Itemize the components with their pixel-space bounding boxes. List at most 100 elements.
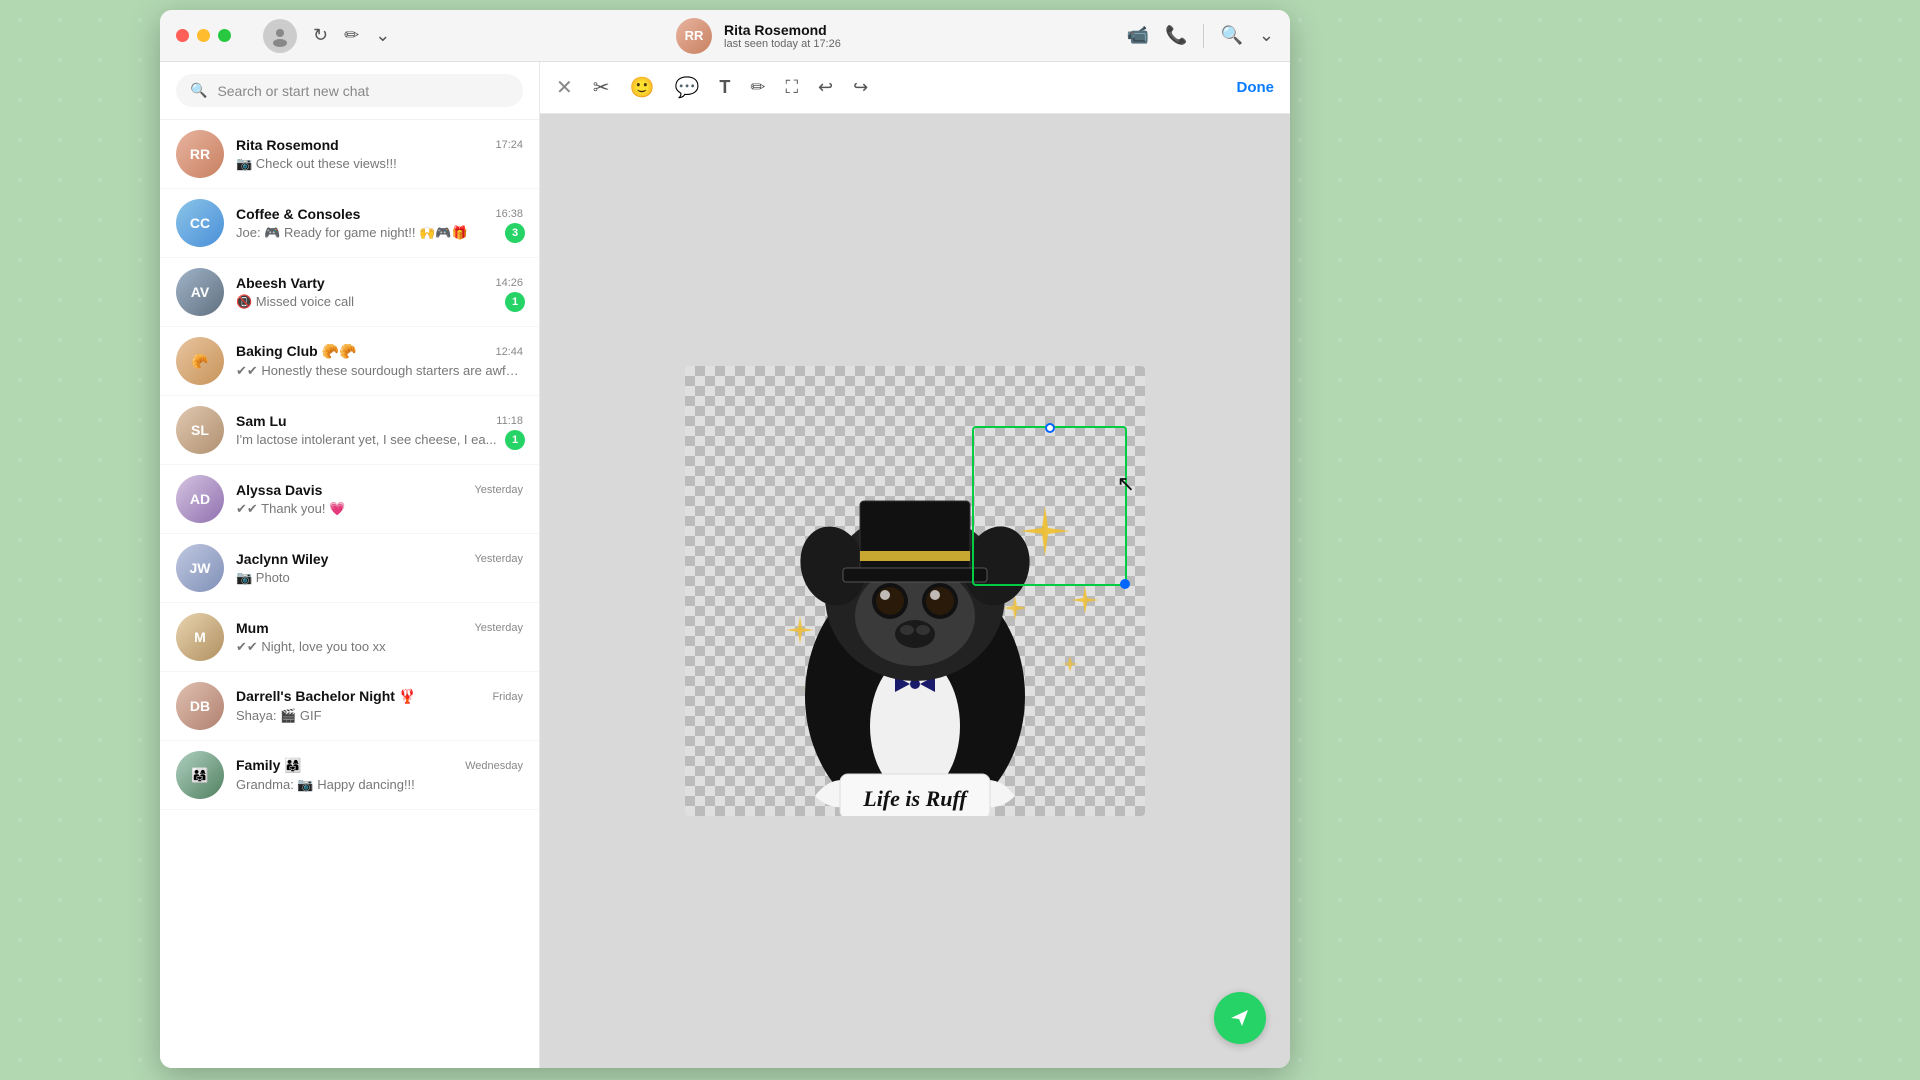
app-window: ↻ ✏ ⌄ RR Rita Rosemond last seen today a… (160, 10, 1290, 1068)
list-item[interactable]: RR Rita Rosemond 17:24 📷 Check out these… (160, 120, 539, 189)
chat-time: 11:18 (496, 415, 523, 427)
chat-time: Friday (492, 691, 523, 703)
chat-name: Sam Lu (236, 413, 287, 429)
sticker-svg: Life is Ruff (685, 366, 1145, 816)
chat-details: Mum Yesterday ✔✔ Night, love you too xx (236, 620, 523, 655)
chat-preview: Joe: 🎮 Ready for game night!! 🙌🎮🎁 (236, 225, 523, 241)
title-bar-right: 📹 📞 🔍 ⌄ (1127, 24, 1274, 48)
chat-top: Baking Club 🥐🥐 12:44 (236, 343, 523, 360)
pen-tool-icon[interactable]: ✏ (750, 77, 765, 98)
chat-name: Baking Club 🥐🥐 (236, 343, 356, 360)
chat-top: Jaclynn Wiley Yesterday (236, 551, 523, 567)
chat-time: Yesterday (474, 622, 523, 634)
search-chat-icon[interactable]: 🔍 (1220, 25, 1242, 46)
chat-area: ✕ ✂ 🙂 💬 T ✏ ⛶ ↩ ↪ Done (540, 62, 1290, 1068)
text-tool-icon[interactable]: T (719, 77, 730, 98)
chat-preview: Grandma: 📷 Happy dancing!!! (236, 777, 523, 793)
redo-icon[interactable]: ↪ (853, 77, 868, 98)
svg-text:Life is Ruff: Life is Ruff (862, 786, 969, 811)
crop-icon[interactable]: ⛶ (785, 77, 798, 98)
chat-time: Wednesday (465, 760, 523, 772)
chat-details: Sam Lu 11:18 I'm lactose intolerant yet,… (236, 413, 523, 447)
chat-name: Rita Rosemond (236, 137, 339, 153)
contact-avatar: RR (676, 18, 712, 54)
avatar: JW (176, 544, 224, 592)
list-item[interactable]: SL Sam Lu 11:18 I'm lactose intolerant y… (160, 396, 539, 465)
chat-top: Mum Yesterday (236, 620, 523, 636)
voice-call-icon[interactable]: 📞 (1165, 25, 1187, 46)
send-button[interactable] (1214, 992, 1266, 1044)
user-avatar[interactable] (263, 19, 297, 53)
divider (1203, 24, 1204, 48)
more-options-icon[interactable]: ⌄ (1259, 25, 1274, 46)
chat-top: Rita Rosemond 17:24 (236, 137, 523, 153)
title-bar: ↻ ✏ ⌄ RR Rita Rosemond last seen today a… (160, 10, 1290, 62)
image-container: Life is Ruff ↖ (685, 366, 1145, 816)
avatar: SL (176, 406, 224, 454)
list-item[interactable]: M Mum Yesterday ✔✔ Night, love you too x… (160, 603, 539, 672)
unread-badge: 1 (505, 292, 525, 312)
chat-top: Coffee & Consoles 16:38 (236, 206, 523, 222)
chat-preview: 📷 Check out these views!!! (236, 156, 523, 172)
chat-name: Coffee & Consoles (236, 206, 360, 222)
chat-name: Abeesh Varty (236, 275, 325, 291)
search-icon: 🔍 (190, 82, 207, 99)
chat-details: Rita Rosemond 17:24 📷 Check out these vi… (236, 137, 523, 172)
emoji-icon[interactable]: 🙂 (630, 75, 655, 100)
chat-preview: ✔✔ Thank you! 💗 (236, 501, 523, 517)
chat-list: RR Rita Rosemond 17:24 📷 Check out these… (160, 120, 539, 1068)
main-layout: 🔍 RR Rita Rosemond 17:24 📷 Check out the… (160, 62, 1290, 1068)
chat-details: Abeesh Varty 14:26 📵 Missed voice call (236, 275, 523, 310)
traffic-lights (176, 29, 231, 42)
chat-top: Abeesh Varty 14:26 (236, 275, 523, 291)
avatar: CC (176, 199, 224, 247)
list-item[interactable]: DB Darrell's Bachelor Night 🦞 Friday Sha… (160, 672, 539, 741)
chat-name: Darrell's Bachelor Night 🦞 (236, 688, 416, 705)
unread-badge: 1 (505, 430, 525, 450)
close-window-button[interactable] (176, 29, 189, 42)
sticker-bubble-icon[interactable]: 💬 (674, 75, 699, 100)
title-bar-center: RR Rita Rosemond last seen today at 17:2… (390, 18, 1126, 54)
chat-name: Jaclynn Wiley (236, 551, 328, 567)
video-call-icon[interactable]: 📹 (1127, 25, 1149, 46)
list-item[interactable]: 🥐 Baking Club 🥐🥐 12:44 ✔✔ Honestly these… (160, 327, 539, 396)
chat-time: Yesterday (474, 484, 523, 496)
chat-time: 16:38 (495, 208, 523, 220)
search-bar: 🔍 (160, 62, 539, 120)
refresh-icon[interactable]: ↻ (313, 25, 328, 46)
list-item[interactable]: JW Jaclynn Wiley Yesterday 📷 Photo (160, 534, 539, 603)
avatar: RR (176, 130, 224, 178)
scissors-icon[interactable]: ✂ (593, 75, 610, 100)
contact-info: Rita Rosemond last seen today at 17:26 (724, 22, 841, 50)
minimize-window-button[interactable] (197, 29, 210, 42)
chat-top: Family 👨‍👩‍👧 Wednesday (236, 757, 523, 774)
avatar: DB (176, 682, 224, 730)
list-item[interactable]: AV Abeesh Varty 14:26 📵 Missed voice cal… (160, 258, 539, 327)
compose-icon[interactable]: ✏ (344, 25, 359, 46)
chat-preview: I'm lactose intolerant yet, I see cheese… (236, 432, 523, 447)
list-item[interactable]: CC Coffee & Consoles 16:38 Joe: 🎮 Ready … (160, 189, 539, 258)
chat-details: Baking Club 🥐🥐 12:44 ✔✔ Honestly these s… (236, 343, 523, 379)
avatar: AV (176, 268, 224, 316)
list-item[interactable]: 👨‍👩‍👧 Family 👨‍👩‍👧 Wednesday Grandma: 📷 … (160, 741, 539, 810)
sidebar: 🔍 RR Rita Rosemond 17:24 📷 Check out the… (160, 62, 540, 1068)
chat-details: Alyssa Davis Yesterday ✔✔ Thank you! 💗 (236, 482, 523, 517)
editor-toolbar: ✕ ✂ 🙂 💬 T ✏ ⛶ ↩ ↪ Done (540, 62, 1290, 114)
search-input-wrapper[interactable]: 🔍 (176, 74, 523, 107)
chat-details: Darrell's Bachelor Night 🦞 Friday Shaya:… (236, 688, 523, 724)
maximize-window-button[interactable] (218, 29, 231, 42)
list-item[interactable]: AD Alyssa Davis Yesterday ✔✔ Thank you! … (160, 465, 539, 534)
avatar: AD (176, 475, 224, 523)
avatar: M (176, 613, 224, 661)
chat-preview: 📷 Photo (236, 570, 523, 586)
editor-canvas: Life is Ruff ↖ (540, 114, 1290, 1068)
dropdown-icon[interactable]: ⌄ (375, 25, 390, 46)
done-button[interactable]: Done (1237, 79, 1275, 96)
chat-preview: 📵 Missed voice call (236, 294, 523, 310)
search-input[interactable] (217, 83, 509, 99)
avatar: 👨‍👩‍👧 (176, 751, 224, 799)
undo-icon[interactable]: ↩ (818, 77, 833, 98)
contact-name: Rita Rosemond (724, 22, 841, 38)
close-editor-icon[interactable]: ✕ (556, 75, 573, 100)
avatar: 🥐 (176, 337, 224, 385)
